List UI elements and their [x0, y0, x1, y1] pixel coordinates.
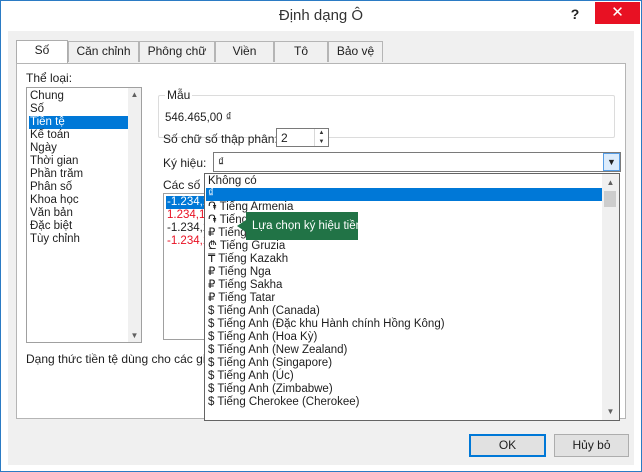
decimal-places-stepper[interactable]: 2 ▲ ▼ [276, 128, 329, 147]
title-bar: Định dạng Ô ? ✕ [1, 1, 641, 31]
symbol-option[interactable]: ₽ Tiếng Tatar [206, 292, 602, 305]
symbol-option[interactable]: ₽ Tiếng Sakha [206, 279, 602, 292]
format-cells-dialog: Định dạng Ô ? ✕ Số Căn chỉnh Phông chữ V… [0, 0, 642, 472]
symbol-tooltip: Lựa chọn ký hiệu tiền tệ [246, 212, 375, 240]
category-item[interactable]: Kế toán [29, 129, 129, 142]
symbol-select-value[interactable]: ₫ [218, 155, 224, 169]
scroll-thumb[interactable] [604, 191, 616, 207]
stepper-buttons[interactable]: ▲ ▼ [314, 129, 328, 146]
category-item[interactable]: Thời gian [29, 155, 129, 168]
category-item[interactable]: Số [29, 103, 129, 116]
tab-fill[interactable]: Tô [274, 41, 328, 62]
category-item-selected[interactable]: Tiền tệ [29, 116, 129, 129]
tab-font[interactable]: Phông chữ [139, 41, 215, 62]
scroll-up-icon[interactable]: ▲ [128, 88, 141, 101]
category-label: Thể loại: [26, 71, 73, 85]
symbol-label: Ký hiệu: [163, 156, 207, 170]
tooltip-pointer [237, 220, 246, 232]
cancel-button[interactable]: Hủy bỏ [554, 434, 629, 457]
sample-label: Mẫu [165, 88, 193, 102]
scroll-up-icon[interactable]: ▲ [604, 176, 617, 189]
tab-protection[interactable]: Bảo vệ [328, 41, 383, 62]
category-list[interactable]: Chung Số Tiền tệ Kế toán Ngày Thời gian … [26, 87, 142, 343]
symbol-option[interactable]: $ Tiếng Anh (New Zealand) [206, 344, 602, 357]
tab-number[interactable]: Số [16, 40, 68, 63]
symbol-option[interactable]: Không có [206, 175, 602, 188]
symbol-option[interactable]: ₸ Tiếng Kazakh [206, 253, 602, 266]
sample-value: 546.465,00 ₫ [165, 112, 232, 124]
symbol-select[interactable]: ₫ ▼ [213, 152, 621, 172]
close-button[interactable]: ✕ [595, 2, 640, 24]
scroll-down-icon[interactable]: ▼ [604, 405, 617, 418]
category-item[interactable]: Phân số [29, 181, 129, 194]
increment-icon[interactable]: ▲ [315, 129, 328, 137]
symbol-option[interactable]: $ Tiếng Anh (Zimbabwe) [206, 383, 602, 396]
symbol-option[interactable]: ₽ Tiếng Nga [206, 266, 602, 279]
dialog-title: Định dạng Ô [278, 7, 364, 24]
category-scrollbar[interactable]: ▲ ▼ [128, 88, 141, 342]
symbol-option[interactable]: $ Tiếng Anh (Canada) [206, 305, 602, 318]
symbol-option-selected[interactable]: ₫ [206, 188, 602, 201]
symbol-option[interactable]: $ Tiếng Cherokee (Cherokee) [206, 396, 602, 409]
symbol-option[interactable]: ₾ Tiếng Gruzia [206, 240, 602, 253]
symbol-dropdown-list[interactable]: Không có ₫ ֏ Tiếng Armenia ֏ Tiếng Armen… [204, 173, 620, 421]
symbol-option[interactable]: $ Tiếng Anh (Đặc khu Hành chính Hồng Kôn… [206, 318, 602, 331]
scroll-down-icon[interactable]: ▼ [128, 329, 141, 342]
symbol-option[interactable]: $ Tiếng Anh (Úc) [206, 370, 602, 383]
help-button[interactable]: ? [563, 3, 587, 25]
category-item[interactable]: Văn bản [29, 207, 129, 220]
tab-border[interactable]: Viền [215, 41, 274, 62]
category-item[interactable]: Chung [29, 90, 129, 103]
tab-alignment[interactable]: Căn chỉnh [68, 41, 139, 62]
category-item[interactable]: Phần trăm [29, 168, 129, 181]
decrement-icon[interactable]: ▼ [315, 138, 328, 146]
decimal-places-label: Số chữ số thập phân: [163, 132, 278, 146]
format-description: Dạng thức tiền tệ dùng cho các giá [26, 352, 206, 366]
category-item[interactable]: Tùy chỉnh [29, 233, 129, 246]
category-item[interactable]: Đặc biệt [29, 220, 129, 233]
dropdown-scrollbar[interactable]: ▲ ▼ [602, 174, 619, 420]
decimal-places-value[interactable]: 2 [281, 131, 288, 145]
ok-button[interactable]: OK [469, 434, 546, 457]
chevron-down-icon[interactable]: ▼ [603, 153, 620, 171]
category-item[interactable]: Ngày [29, 142, 129, 155]
symbol-option[interactable]: $ Tiếng Anh (Hoa Kỳ) [206, 331, 602, 344]
symbol-option[interactable]: $ Tiếng Anh (Singapore) [206, 357, 602, 370]
category-item[interactable]: Khoa học [29, 194, 129, 207]
